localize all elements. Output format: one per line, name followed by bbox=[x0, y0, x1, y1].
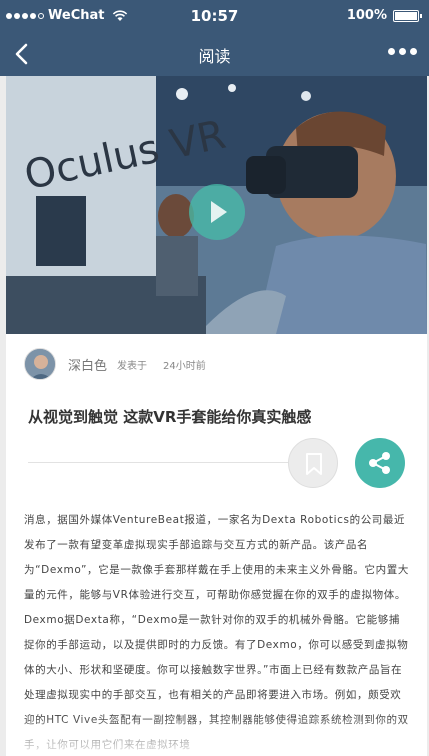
page-title: 阅读 bbox=[198, 47, 231, 66]
battery-icon bbox=[393, 9, 422, 22]
battery-percent: 100% bbox=[346, 8, 387, 23]
article-title: 从视觉到触觉 这款VR手套能给你真实触感 bbox=[28, 408, 312, 426]
article-card: 深白色 发表于 24小时前 从视觉到触觉 这款VR手套能给你真实触感 消息，据国… bbox=[6, 334, 427, 756]
play-icon[interactable] bbox=[189, 184, 245, 240]
divider bbox=[28, 462, 328, 463]
bookmark-button[interactable] bbox=[288, 438, 338, 488]
author-row: 深白色 发表于 24小时前 bbox=[24, 348, 206, 380]
status-right: 100% bbox=[346, 8, 422, 23]
nav-bar: 阅读 bbox=[0, 32, 429, 76]
fade-overlay bbox=[6, 716, 427, 756]
status-bar: WeChat 10:57 100% bbox=[0, 0, 429, 32]
posted-time: 24小时前 bbox=[163, 360, 206, 372]
posted-label: 发表于 bbox=[117, 360, 148, 372]
share-button[interactable] bbox=[355, 438, 405, 488]
bookmark-icon bbox=[306, 453, 322, 475]
more-dots-icon[interactable] bbox=[388, 48, 417, 55]
avatar[interactable] bbox=[24, 348, 56, 380]
author-name[interactable]: 深白色 bbox=[68, 355, 107, 374]
hero-video[interactable]: Oculus VR bbox=[6, 76, 427, 334]
share-icon bbox=[369, 452, 390, 474]
